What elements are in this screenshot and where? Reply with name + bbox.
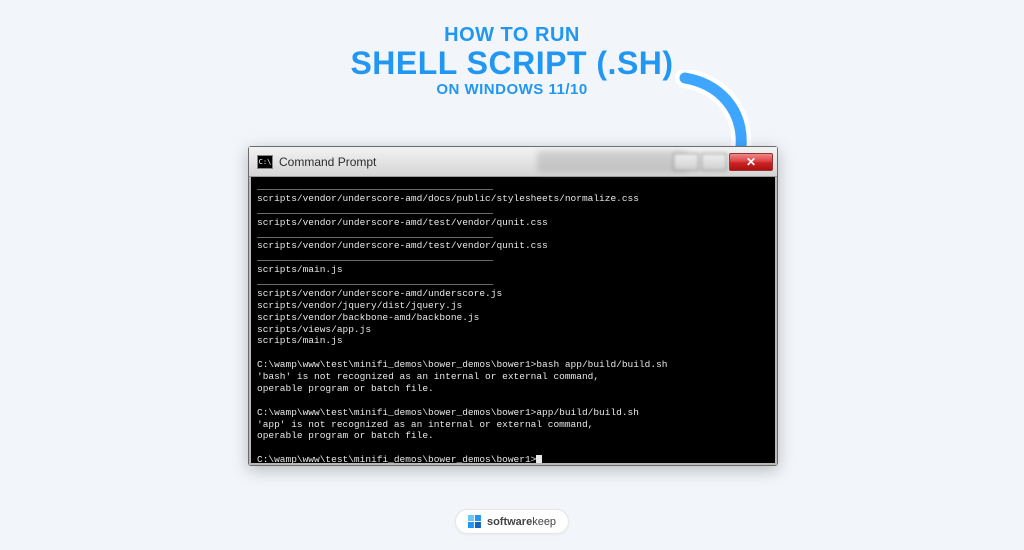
headline-line1: HOW TO RUN: [0, 24, 1024, 47]
brand-badge: softwarekeep: [455, 509, 569, 534]
window-controls: ✕: [673, 153, 773, 171]
titlebar: C:\ Command Prompt ✕: [249, 147, 777, 177]
brand-text: softwarekeep: [487, 516, 556, 528]
headline-line2: SHELL SCRIPT (.SH): [0, 47, 1024, 81]
headline: HOW TO RUN SHELL SCRIPT (.SH) ON WINDOWS…: [0, 0, 1024, 98]
headline-line3: ON WINDOWS 11/10: [0, 81, 1024, 98]
minimize-button[interactable]: [673, 153, 699, 171]
window-title: Command Prompt: [279, 155, 376, 169]
terminal-output[interactable]: ________________________________________…: [249, 177, 777, 465]
command-prompt-window: C:\ Command Prompt ✕ ___________________…: [248, 146, 778, 466]
close-button[interactable]: ✕: [729, 153, 773, 171]
cmd-icon: C:\: [257, 155, 273, 169]
brand-logo-icon: [468, 515, 481, 528]
titlebar-blur: [537, 151, 687, 173]
maximize-button[interactable]: [701, 153, 727, 171]
